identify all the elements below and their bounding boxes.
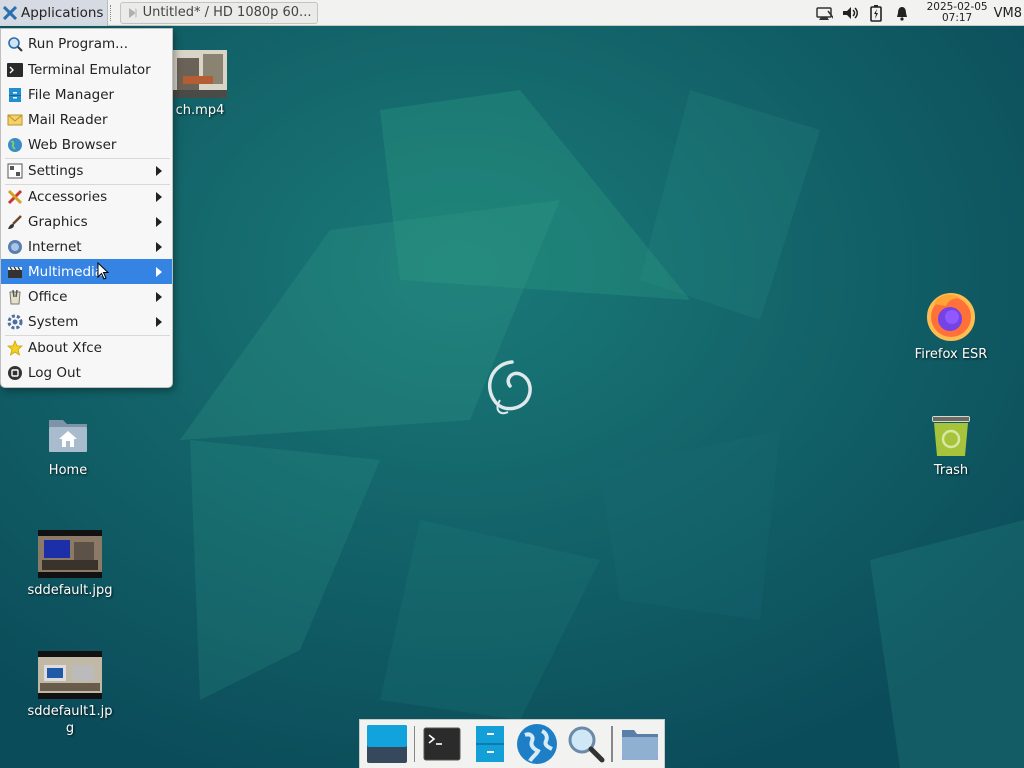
dock-folder[interactable] xyxy=(618,722,662,766)
desktop-icon-label: sddefault.jpg xyxy=(27,583,113,598)
submenu-arrow-icon xyxy=(156,292,162,302)
app-finder-icon xyxy=(568,726,605,763)
system-tray: 2025-02-05 07:17 VM8 xyxy=(811,0,1024,26)
menu-item-graphics[interactable]: Graphics xyxy=(1,209,172,234)
menu-item-office[interactable]: Office xyxy=(1,284,172,309)
dock-terminal[interactable] xyxy=(420,722,464,766)
submenu-arrow-icon xyxy=(156,166,162,176)
vm-label: VM8 xyxy=(993,5,1022,21)
office-icon xyxy=(7,289,23,305)
desktop-icon-home[interactable]: Home xyxy=(30,412,106,479)
applications-menu: Run Program... Terminal Emulator File Ma… xyxy=(0,28,173,388)
menu-item-internet[interactable]: Internet xyxy=(1,234,172,259)
menu-item-settings[interactable]: Settings xyxy=(1,158,172,183)
clock-time: 07:17 xyxy=(941,12,973,24)
menu-item-web-browser[interactable]: Web Browser xyxy=(1,132,172,157)
web-browser-icon xyxy=(517,724,558,764)
network-icon[interactable] xyxy=(815,4,833,22)
clock[interactable]: 2025-02-05 07:17 xyxy=(927,2,988,24)
submenu-arrow-icon xyxy=(156,242,162,252)
menu-item-terminal-emulator[interactable]: Terminal Emulator xyxy=(1,57,172,82)
panel-handle[interactable] xyxy=(110,4,116,21)
file-manager-icon xyxy=(475,726,504,762)
volume-icon[interactable] xyxy=(841,4,859,22)
desktop-icon-label-line2: g xyxy=(65,721,75,736)
menu-item-accessories[interactable]: Accessories xyxy=(1,184,172,209)
dock-web-browser[interactable] xyxy=(515,722,559,766)
menu-item-log-out[interactable]: Log Out xyxy=(1,360,172,385)
applications-label: Applications xyxy=(21,4,104,21)
desktop-icon-video[interactable]: ch.mp4 xyxy=(170,50,230,119)
show-desktop-icon xyxy=(366,725,407,763)
home-folder-icon xyxy=(49,420,87,452)
taskbar-window-title: Untitled* / HD 1080p 60... xyxy=(142,5,312,20)
notification-bell-icon[interactable] xyxy=(893,4,911,22)
accessories-icon xyxy=(7,189,23,205)
trash-icon xyxy=(932,416,970,456)
submenu-arrow-icon xyxy=(156,192,162,202)
logout-icon xyxy=(7,365,23,381)
menu-item-mail-reader[interactable]: Mail Reader xyxy=(1,107,172,132)
file-manager-icon xyxy=(7,87,23,103)
folder-icon xyxy=(622,730,659,760)
menu-item-multimedia[interactable]: Multimedia xyxy=(1,259,172,284)
brush-icon xyxy=(7,214,23,230)
desktop-icon-label: Home xyxy=(48,463,88,478)
globe-icon xyxy=(7,239,23,255)
globe-icon xyxy=(7,137,23,153)
firefox-icon xyxy=(927,293,975,341)
submenu-arrow-icon xyxy=(156,217,162,227)
dock-separator xyxy=(611,726,614,762)
mail-icon xyxy=(7,112,23,128)
top-panel: Applications Untitled* / HD 1080p 60... xyxy=(0,0,1024,26)
terminal-icon xyxy=(423,727,461,761)
menu-item-about-xfce[interactable]: About Xfce xyxy=(1,335,172,360)
desktop-icon-label: sddefault1.jp xyxy=(27,704,113,719)
image-thumbnail-icon xyxy=(38,651,102,699)
multimedia-icon xyxy=(7,264,23,280)
video-thumbnail-icon xyxy=(173,50,227,98)
star-icon xyxy=(7,339,23,356)
desktop-icon-label: ch.mp4 xyxy=(175,103,225,118)
taskbar-window-button[interactable]: Untitled* / HD 1080p 60... xyxy=(120,1,319,24)
xfce-logo-icon xyxy=(3,5,17,20)
search-icon xyxy=(7,36,23,52)
desktop-icon-label: Trash xyxy=(933,463,969,478)
submenu-arrow-icon xyxy=(156,267,162,277)
dock-app-finder[interactable] xyxy=(563,722,607,766)
menu-item-run-program[interactable]: Run Program... xyxy=(1,31,172,56)
gear-icon xyxy=(7,314,23,330)
desktop-icon-label: Firefox ESR xyxy=(914,347,988,362)
menu-item-system[interactable]: System xyxy=(1,309,172,334)
dock xyxy=(359,719,665,768)
battery-icon[interactable] xyxy=(867,4,885,22)
submenu-arrow-icon xyxy=(156,317,162,327)
menu-item-file-manager[interactable]: File Manager xyxy=(1,82,172,107)
desktop-icon-trash[interactable]: Trash xyxy=(915,412,987,479)
dock-show-desktop[interactable] xyxy=(365,722,409,766)
desktop-icon-firefox[interactable]: Firefox ESR xyxy=(905,290,997,363)
image-thumbnail-icon xyxy=(38,530,102,578)
applications-menu-button[interactable]: Applications xyxy=(0,0,109,26)
desktop-icon-sddefault1[interactable]: sddefault1.jp g xyxy=(18,651,122,737)
mouse-cursor-icon xyxy=(97,262,110,280)
video-editor-icon xyxy=(129,7,137,18)
desktop-icon-sddefault[interactable]: sddefault.jpg xyxy=(18,530,122,599)
terminal-icon xyxy=(7,62,23,78)
dock-file-manager[interactable] xyxy=(468,722,512,766)
dock-separator xyxy=(413,726,416,762)
settings-icon xyxy=(7,163,23,179)
